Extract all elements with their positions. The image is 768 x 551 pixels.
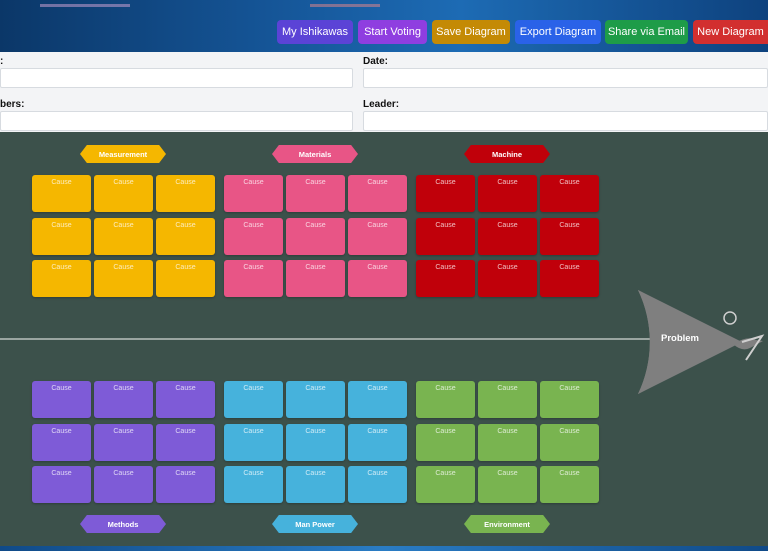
cause-card-materials[interactable]: Cause xyxy=(286,175,345,212)
cause-card-man-power[interactable]: Cause xyxy=(224,381,283,418)
date-label: Date: xyxy=(363,56,389,67)
cause-card-measurement[interactable]: Cause xyxy=(156,260,215,297)
start-voting-button[interactable]: Start Voting xyxy=(358,20,427,44)
cause-card-measurement[interactable]: Cause xyxy=(94,260,153,297)
cause-card-machine[interactable]: Cause xyxy=(478,175,537,212)
cause-card-machine[interactable]: Cause xyxy=(416,260,475,297)
cause-card-environment[interactable]: Cause xyxy=(540,381,599,418)
cause-card-environment[interactable]: Cause xyxy=(416,381,475,418)
cause-card-man-power[interactable]: Cause xyxy=(286,423,345,461)
cause-card-machine[interactable]: Cause xyxy=(478,217,537,255)
cause-card-man-power[interactable]: Cause xyxy=(224,423,283,461)
export-diagram-button[interactable]: Export Diagram xyxy=(515,20,601,44)
cause-card-measurement[interactable]: Cause xyxy=(156,217,215,255)
cut-field-label: : xyxy=(0,56,4,67)
diagram-info-form: : Date: bers: Leader: xyxy=(0,52,768,132)
top-toolbar: My Ishikawas Start Voting Save Diagram E… xyxy=(0,0,768,52)
cause-card-man-power[interactable]: Cause xyxy=(224,466,283,503)
cause-card-measurement[interactable]: Cause xyxy=(94,217,153,255)
members-input[interactable] xyxy=(0,111,353,131)
fishbone-spine xyxy=(0,338,650,340)
cause-card-man-power[interactable]: Cause xyxy=(348,381,407,418)
cause-card-materials[interactable]: Cause xyxy=(348,260,407,297)
cause-card-materials[interactable]: Cause xyxy=(224,217,283,255)
cause-card-methods[interactable]: Cause xyxy=(32,381,91,418)
bottom-strip xyxy=(0,546,768,551)
cause-card-man-power[interactable]: Cause xyxy=(286,381,345,418)
cause-card-machine[interactable]: Cause xyxy=(416,217,475,255)
cause-card-materials[interactable]: Cause xyxy=(224,175,283,212)
share-email-button[interactable]: Share via Email xyxy=(605,20,688,44)
ghost-tab-1 xyxy=(40,4,130,7)
category-label-measurement[interactable]: Measurement xyxy=(80,145,166,163)
save-diagram-button[interactable]: Save Diagram xyxy=(432,20,510,44)
cause-card-environment[interactable]: Cause xyxy=(478,466,537,503)
cause-card-environment[interactable]: Cause xyxy=(540,466,599,503)
cause-card-machine[interactable]: Cause xyxy=(416,175,475,212)
cause-card-materials[interactable]: Cause xyxy=(286,217,345,255)
my-ishikawas-button[interactable]: My Ishikawas xyxy=(277,20,353,44)
cause-card-methods[interactable]: Cause xyxy=(32,466,91,503)
cause-card-methods[interactable]: Cause xyxy=(32,423,91,461)
new-diagram-button[interactable]: New Diagram xyxy=(693,20,768,44)
cause-card-materials[interactable]: Cause xyxy=(286,260,345,297)
cause-card-man-power[interactable]: Cause xyxy=(348,466,407,503)
members-label: bers: xyxy=(0,99,25,110)
ghost-tab-2 xyxy=(310,4,380,7)
cause-card-materials[interactable]: Cause xyxy=(348,217,407,255)
cause-card-measurement[interactable]: Cause xyxy=(156,175,215,212)
category-label-environment[interactable]: Environment xyxy=(464,515,550,533)
date-input[interactable] xyxy=(363,68,768,88)
cause-card-man-power[interactable]: Cause xyxy=(286,466,345,503)
leader-input[interactable] xyxy=(363,111,768,131)
cause-card-measurement[interactable]: Cause xyxy=(32,175,91,212)
cause-card-environment[interactable]: Cause xyxy=(416,423,475,461)
cause-card-materials[interactable]: Cause xyxy=(224,260,283,297)
cause-card-methods[interactable]: Cause xyxy=(94,381,153,418)
title-input[interactable] xyxy=(0,68,353,88)
cause-card-machine[interactable]: Cause xyxy=(540,175,599,212)
cause-card-machine[interactable]: Cause xyxy=(540,217,599,255)
cause-card-methods[interactable]: Cause xyxy=(156,466,215,503)
leader-label: Leader: xyxy=(363,99,400,110)
cause-card-environment[interactable]: Cause xyxy=(478,381,537,418)
cause-card-measurement[interactable]: Cause xyxy=(94,175,153,212)
category-label-machine[interactable]: Machine xyxy=(464,145,550,163)
cause-card-methods[interactable]: Cause xyxy=(156,423,215,461)
cause-card-methods[interactable]: Cause xyxy=(94,466,153,503)
cause-card-methods[interactable]: Cause xyxy=(156,381,215,418)
category-label-materials[interactable]: Materials xyxy=(272,145,358,163)
cause-card-materials[interactable]: Cause xyxy=(348,175,407,212)
cause-card-man-power[interactable]: Cause xyxy=(348,423,407,461)
cause-card-measurement[interactable]: Cause xyxy=(32,260,91,297)
cause-card-environment[interactable]: Cause xyxy=(416,466,475,503)
cause-card-machine[interactable]: Cause xyxy=(478,260,537,297)
problem-label[interactable]: Problem xyxy=(655,333,705,344)
cause-card-measurement[interactable]: Cause xyxy=(32,217,91,255)
cause-card-environment[interactable]: Cause xyxy=(478,423,537,461)
category-label-methods[interactable]: Methods xyxy=(80,515,166,533)
cause-card-methods[interactable]: Cause xyxy=(94,423,153,461)
cause-card-machine[interactable]: Cause xyxy=(540,260,599,297)
cause-card-environment[interactable]: Cause xyxy=(540,423,599,461)
category-label-man-power[interactable]: Man Power xyxy=(272,515,358,533)
